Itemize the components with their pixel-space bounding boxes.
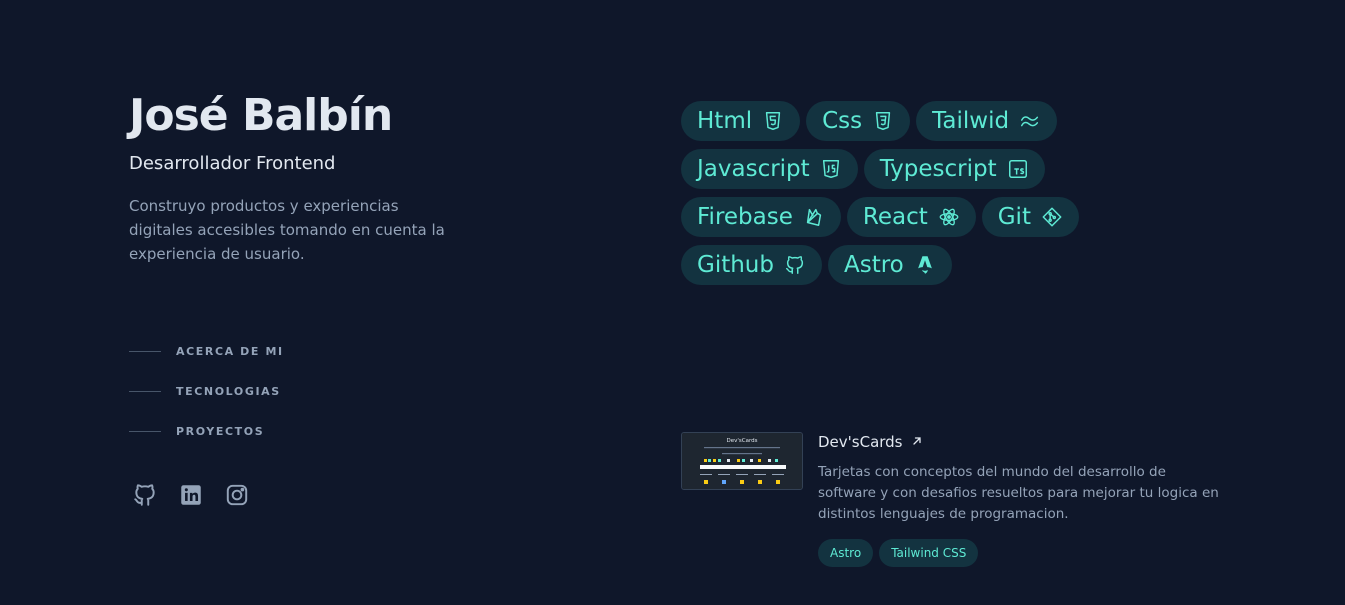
arrow-up-right-icon bbox=[911, 433, 923, 451]
nav-item-label: TECNOLOGIAS bbox=[176, 384, 281, 398]
project-description: Tarjetas con conceptos del mundo del des… bbox=[818, 464, 1219, 522]
tech-chip-label: Astro bbox=[844, 252, 904, 278]
firebase-icon bbox=[803, 206, 825, 228]
nav-item-projects[interactable]: PROYECTOS bbox=[129, 421, 284, 441]
css3-icon bbox=[872, 110, 894, 132]
profile-header: José Balbín Desarrollador Frontend Const… bbox=[129, 88, 549, 266]
html5-icon bbox=[762, 110, 784, 132]
astro-icon bbox=[914, 254, 936, 276]
github-icon bbox=[784, 254, 806, 276]
tech-chip-label: Html bbox=[697, 108, 753, 134]
tech-chip-label: Css bbox=[822, 108, 863, 134]
tech-chip-javascript: Javascript bbox=[681, 149, 858, 189]
project-title-link[interactable]: Dev'sCards bbox=[818, 432, 1228, 452]
nav-item-technologies[interactable]: TECNOLOGIAS bbox=[129, 381, 284, 401]
linkedin-icon[interactable] bbox=[178, 482, 204, 508]
tech-chip-label: Firebase bbox=[697, 204, 793, 230]
tech-chip-label: Javascript bbox=[697, 156, 810, 182]
tech-chip-label: Git bbox=[997, 204, 1031, 230]
tech-chip-label: Typescript bbox=[879, 156, 997, 182]
profile-role: Desarrollador Frontend bbox=[129, 153, 336, 174]
tech-chip-react: React bbox=[846, 197, 976, 237]
typescript-icon bbox=[1007, 158, 1029, 180]
technologies-row: Firebase React Git bbox=[681, 197, 1201, 237]
react-icon bbox=[938, 206, 960, 228]
project-title: Dev'sCards bbox=[818, 433, 903, 451]
nav-indicator-line bbox=[129, 390, 161, 392]
technologies-list: Html Css Tailwid Javascript Typescript F… bbox=[681, 101, 1201, 293]
tech-chip-label: React bbox=[862, 204, 928, 230]
profile-name: José Balbín bbox=[129, 90, 393, 141]
technologies-row: Github Astro bbox=[681, 245, 1201, 285]
github-icon[interactable] bbox=[132, 482, 158, 508]
portfolio-page: José Balbín Desarrollador Frontend Const… bbox=[0, 0, 1345, 605]
social-links bbox=[132, 482, 250, 508]
project-body: Dev'sCards Tarjetas con conceptos del mu… bbox=[818, 432, 1228, 567]
tech-chip-astro: Astro bbox=[828, 245, 952, 285]
nav-item-label: PROYECTOS bbox=[176, 424, 265, 438]
tech-chip-github: Github bbox=[681, 245, 822, 285]
project-tags: Astro Tailwind CSS bbox=[818, 539, 1228, 567]
tech-chip-css: Css bbox=[806, 101, 911, 141]
nav-item-about[interactable]: ACERCA DE MI bbox=[129, 341, 284, 361]
tech-chip-git: Git bbox=[981, 197, 1079, 237]
tech-chip-label: Github bbox=[697, 252, 774, 278]
javascript-icon bbox=[820, 158, 842, 180]
project-tag: Tailwind CSS bbox=[879, 539, 979, 567]
tech-chip-label: Tailwid bbox=[932, 108, 1010, 134]
instagram-icon[interactable] bbox=[224, 482, 250, 508]
project-tag: Astro bbox=[818, 539, 874, 567]
thumbnail-title: Dev'sCards bbox=[727, 438, 758, 444]
tech-chip-firebase: Firebase bbox=[681, 197, 841, 237]
tech-chip-tailwind: Tailwid bbox=[916, 101, 1058, 141]
nav-indicator-line bbox=[129, 430, 161, 432]
section-nav: ACERCA DE MI TECNOLOGIAS PROYECTOS bbox=[129, 341, 284, 461]
technologies-row: Javascript Typescript bbox=[681, 149, 1201, 189]
technologies-row: Html Css Tailwid bbox=[681, 101, 1201, 141]
nav-item-label: ACERCA DE MI bbox=[176, 344, 284, 358]
tech-chip-typescript: Typescript bbox=[863, 149, 1045, 189]
project-thumbnail: Dev'sCards bbox=[681, 432, 803, 490]
tech-chip-html: Html bbox=[681, 101, 801, 141]
profile-bio: Construyo productos y experiencias digit… bbox=[129, 197, 445, 263]
tailwind-icon bbox=[1019, 110, 1041, 132]
git-icon bbox=[1041, 206, 1063, 228]
nav-indicator-line bbox=[129, 350, 161, 352]
